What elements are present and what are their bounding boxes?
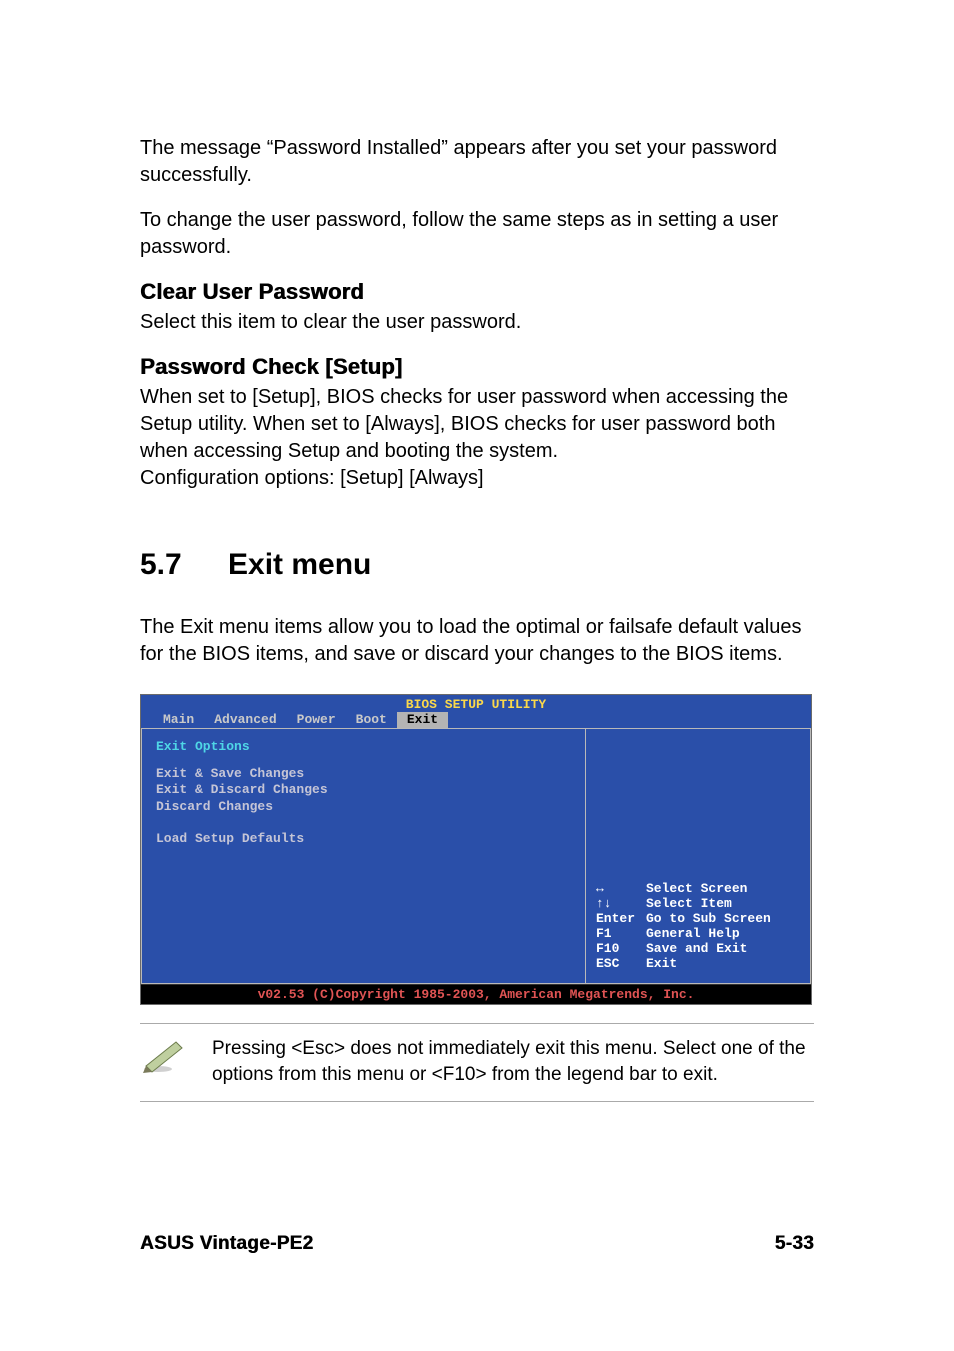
clear-user-password-desc: Select this item to clear the user passw… <box>140 309 814 336</box>
help-val-exit: Exit <box>646 956 677 971</box>
help-key-arrows-ud: ↑↓ <box>596 896 646 911</box>
password-check-options: Configuration options: [Setup] [Always] <box>140 465 814 492</box>
footer-product-name: ASUS Vintage-PE2 <box>140 1233 313 1255</box>
bios-tab-bar: Main Advanced Power Boot Exit <box>141 712 811 728</box>
bios-section-label: Exit Options <box>156 739 571 754</box>
section-number: 5.7 <box>140 548 228 582</box>
help-val-select-screen: Select Screen <box>646 881 747 896</box>
bios-title: BIOS SETUP UTILITY <box>141 695 811 712</box>
help-key-f10: F10 <box>596 941 646 956</box>
help-val-save-exit: Save and Exit <box>646 941 747 956</box>
bios-copyright-footer: v02.53 (C)Copyright 1985-2003, American … <box>141 984 811 1004</box>
section-heading: 5.7Exit menu <box>140 548 814 582</box>
bios-screenshot: BIOS SETUP UTILITY Main Advanced Power B… <box>140 694 812 1005</box>
help-key-arrows-lr: ↔ <box>596 881 646 896</box>
help-val-select-item: Select Item <box>646 896 732 911</box>
help-key-f1: F1 <box>596 926 646 941</box>
bios-tab-boot: Boot <box>346 712 397 728</box>
bios-left-pane: Exit Options Exit & Save Changes Exit & … <box>141 728 585 984</box>
exit-menu-desc: The Exit menu items allow you to load th… <box>140 614 814 668</box>
bios-right-pane: ↔Select Screen ↑↓Select Item EnterGo to … <box>585 728 811 984</box>
footer-page-number: 5-33 <box>775 1233 814 1255</box>
bios-item-load-defaults: Load Setup Defaults <box>156 831 571 847</box>
intro-paragraph-2: To change the user password, follow the … <box>140 207 814 261</box>
bios-body: Exit Options Exit & Save Changes Exit & … <box>141 728 811 984</box>
bios-item-discard: Discard Changes <box>156 799 571 815</box>
subheading-password-check: Password Check [Setup] <box>140 354 814 380</box>
note-text: Pressing <Esc> does not immediately exit… <box>212 1036 814 1087</box>
help-val-general-help: General Help <box>646 926 740 941</box>
bios-item-spacer <box>156 815 571 831</box>
section-title-text: Exit menu <box>228 548 371 581</box>
bios-item-exit-discard: Exit & Discard Changes <box>156 782 571 798</box>
help-key-enter: Enter <box>596 911 646 926</box>
bios-item-exit-save: Exit & Save Changes <box>156 766 571 782</box>
bios-help-legend: ↔Select Screen ↑↓Select Item EnterGo to … <box>596 881 802 971</box>
password-check-desc: When set to [Setup], BIOS checks for use… <box>140 384 814 465</box>
help-key-esc: ESC <box>596 956 646 971</box>
pencil-note-icon <box>140 1036 188 1074</box>
page-footer: ASUS Vintage-PE2 5-33 <box>140 1233 814 1255</box>
intro-paragraph-1: The message “Password Installed” appears… <box>140 135 814 189</box>
manual-page: The message “Password Installed” appears… <box>0 0 954 1351</box>
bios-tab-advanced: Advanced <box>204 712 286 728</box>
bios-tab-exit: Exit <box>397 712 448 728</box>
help-val-sub-screen: Go to Sub Screen <box>646 911 771 926</box>
bios-tab-main: Main <box>153 712 204 728</box>
subheading-clear-user-password: Clear User Password <box>140 279 814 305</box>
note-box: Pressing <Esc> does not immediately exit… <box>140 1023 814 1102</box>
bios-tab-power: Power <box>287 712 346 728</box>
